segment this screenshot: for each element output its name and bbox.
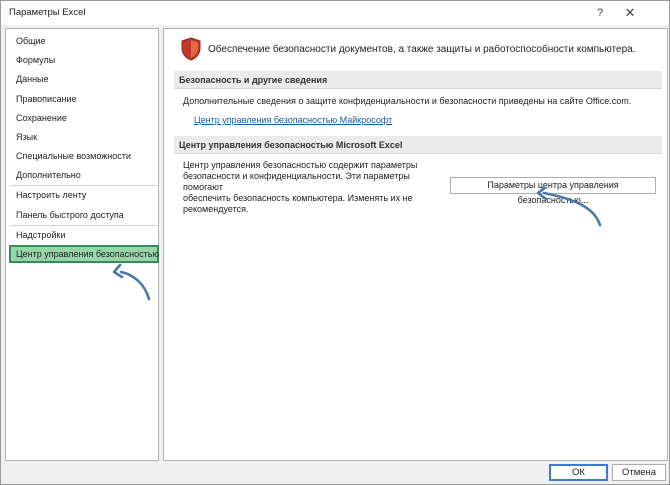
- page-title: Обеспечение безопасности документов, а т…: [208, 43, 636, 55]
- description-line: обеспечить безопасность компьютера. Изме…: [183, 193, 413, 203]
- sidebar-item-proofing[interactable]: Правописание: [10, 90, 158, 108]
- sidebar-item-language[interactable]: Язык: [10, 128, 158, 146]
- ok-button[interactable]: ОК: [549, 464, 608, 481]
- cancel-button[interactable]: Отмена: [612, 464, 666, 481]
- sidebar-item-data[interactable]: Данные: [10, 70, 158, 88]
- section-header-trust-center: Центр управления безопасностью Microsoft…: [174, 136, 662, 154]
- sidebar-item-general[interactable]: Общие: [10, 32, 158, 50]
- section-header-security-info: Безопасность и другие сведения: [174, 71, 662, 89]
- microsoft-trust-center-link[interactable]: Центр управления безопасностью Майкрософ…: [194, 115, 392, 125]
- dialog-title: Параметры Excel: [9, 7, 86, 18]
- sidebar-item-formulas[interactable]: Формулы: [10, 51, 158, 69]
- trust-center-description: Центр управления безопасностью содержит …: [183, 160, 433, 215]
- description-line: безопасности и конфиденциальности. Эти п…: [183, 171, 410, 192]
- security-info-text: Дополнительные сведения о защите конфиде…: [183, 96, 632, 106]
- close-icon: ✕: [624, 5, 636, 20]
- close-button[interactable]: ✕: [617, 3, 643, 23]
- description-line: рекомендуется.: [183, 204, 249, 214]
- sidebar-item-quick-access-toolbar[interactable]: Панель быстрого доступа: [10, 206, 158, 224]
- sidebar-item-customize-ribbon[interactable]: Настроить ленту: [10, 186, 158, 204]
- description-line: Центр управления безопасностью содержит …: [183, 160, 418, 170]
- help-icon: ?: [596, 7, 604, 19]
- annotation-arrow-sidebar: [112, 263, 151, 301]
- sidebar-item-advanced[interactable]: Дополнительно: [10, 166, 158, 184]
- help-button[interactable]: ?: [587, 3, 613, 23]
- excel-options-dialog: Параметры Excel ? ✕ Общие Формулы Данные…: [0, 0, 670, 485]
- annotation-arrow-content: [536, 187, 602, 227]
- sidebar-item-save[interactable]: Сохранение: [10, 109, 158, 127]
- sidebar: Общие Формулы Данные Правописание Сохран…: [5, 28, 159, 461]
- title-bar: Параметры Excel ? ✕: [1, 1, 669, 25]
- section-title: Центр управления безопасностью Microsoft…: [179, 140, 403, 150]
- sidebar-item-addins[interactable]: Надстройки: [10, 226, 158, 244]
- main-panel: Обеспечение безопасности документов, а т…: [163, 28, 668, 461]
- sidebar-item-accessibility[interactable]: Специальные возможности: [10, 147, 158, 165]
- shield-icon: [181, 37, 201, 61]
- sidebar-item-trust-center[interactable]: Центр управления безопасностью: [9, 245, 159, 263]
- section-title: Безопасность и другие сведения: [179, 75, 328, 85]
- page-header: Обеспечение безопасности документов, а т…: [180, 35, 635, 63]
